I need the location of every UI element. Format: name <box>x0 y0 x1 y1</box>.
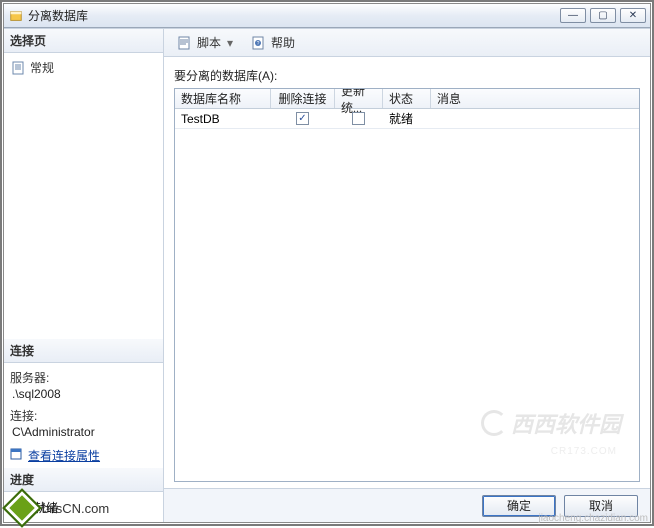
dialog-window: 分离数据库 — ▢ ✕ 选择页 常规 连接 服务器: .\sql2008 <box>3 3 651 523</box>
connection-header: 连接 <box>4 339 163 363</box>
maximize-button[interactable]: ▢ <box>590 8 616 23</box>
footer-credit: jiaocheng.chazidian.com <box>538 513 648 524</box>
checkbox-checked-icon[interactable] <box>296 112 309 125</box>
toolbar: 脚本 ▾ ? 帮助 <box>164 29 650 57</box>
help-button[interactable]: ? 帮助 <box>246 31 300 54</box>
cell-status: 就绪 <box>383 109 431 128</box>
col-db-name[interactable]: 数据库名称 <box>175 89 271 108</box>
corner-brand: bitsCN.com <box>42 501 109 516</box>
app-icon <box>8 8 24 24</box>
minimize-button[interactable]: — <box>560 8 586 23</box>
cell-message <box>431 109 639 128</box>
databases-grid[interactable]: 数据库名称 删除连接 更新统... 状态 消息 TestDB 就绪 <box>174 88 640 482</box>
conn-value: C\Administrator <box>10 424 157 443</box>
conn-label: 连接: <box>10 407 157 424</box>
select-page-header: 选择页 <box>4 29 163 53</box>
right-pane: 脚本 ▾ ? 帮助 要分离的数据库(A): 数据库名称 删除连接 更新统... <box>164 29 650 522</box>
connection-body: 服务器: .\sql2008 连接: C\Administrator 查看连接属… <box>4 363 163 468</box>
checkbox-unchecked-icon[interactable] <box>352 112 365 125</box>
script-icon <box>177 35 193 51</box>
corner-logo: bitsCN.com <box>8 494 109 522</box>
properties-icon <box>10 447 24 464</box>
help-icon: ? <box>251 35 267 51</box>
watermark-sub: CR173.COM <box>551 446 617 457</box>
watermark-text: 西西软件园 <box>511 407 621 439</box>
cell-update-checkbox[interactable] <box>335 109 383 128</box>
col-update-stats[interactable]: 更新统... <box>335 89 383 108</box>
watermark: 西西软件园 <box>481 407 621 439</box>
cell-drop-checkbox[interactable] <box>271 109 335 128</box>
view-connection-props-label: 查看连接属性 <box>28 447 100 464</box>
col-drop-connections[interactable]: 删除连接 <box>271 89 335 108</box>
nav-general[interactable]: 常规 <box>10 57 157 78</box>
help-label: 帮助 <box>271 34 295 51</box>
titlebar: 分离数据库 — ▢ ✕ <box>4 4 650 28</box>
dropdown-icon[interactable]: ▾ <box>225 36 235 50</box>
cell-db-name: TestDB <box>175 109 271 128</box>
page-icon <box>12 61 26 75</box>
diamond-icon <box>2 488 42 528</box>
progress-header: 进度 <box>4 468 163 492</box>
col-message[interactable]: 消息 <box>431 89 639 108</box>
watermark-c-icon <box>481 410 507 436</box>
server-label: 服务器: <box>10 369 157 386</box>
server-value: .\sql2008 <box>10 386 157 405</box>
nav-general-label: 常规 <box>30 59 54 76</box>
databases-label: 要分离的数据库(A): <box>174 67 640 88</box>
col-status[interactable]: 状态 <box>383 89 431 108</box>
svg-text:?: ? <box>257 41 260 47</box>
table-row[interactable]: TestDB 就绪 <box>175 109 639 129</box>
left-pane: 选择页 常规 连接 服务器: .\sql2008 连接: C\Administr… <box>4 29 164 522</box>
script-button[interactable]: 脚本 ▾ <box>172 31 240 54</box>
window-title: 分离数据库 <box>28 7 560 24</box>
close-button[interactable]: ✕ <box>620 8 646 23</box>
view-connection-props-link[interactable]: 查看连接属性 <box>10 447 157 464</box>
script-label: 脚本 <box>197 34 221 51</box>
grid-header: 数据库名称 删除连接 更新统... 状态 消息 <box>175 89 639 109</box>
